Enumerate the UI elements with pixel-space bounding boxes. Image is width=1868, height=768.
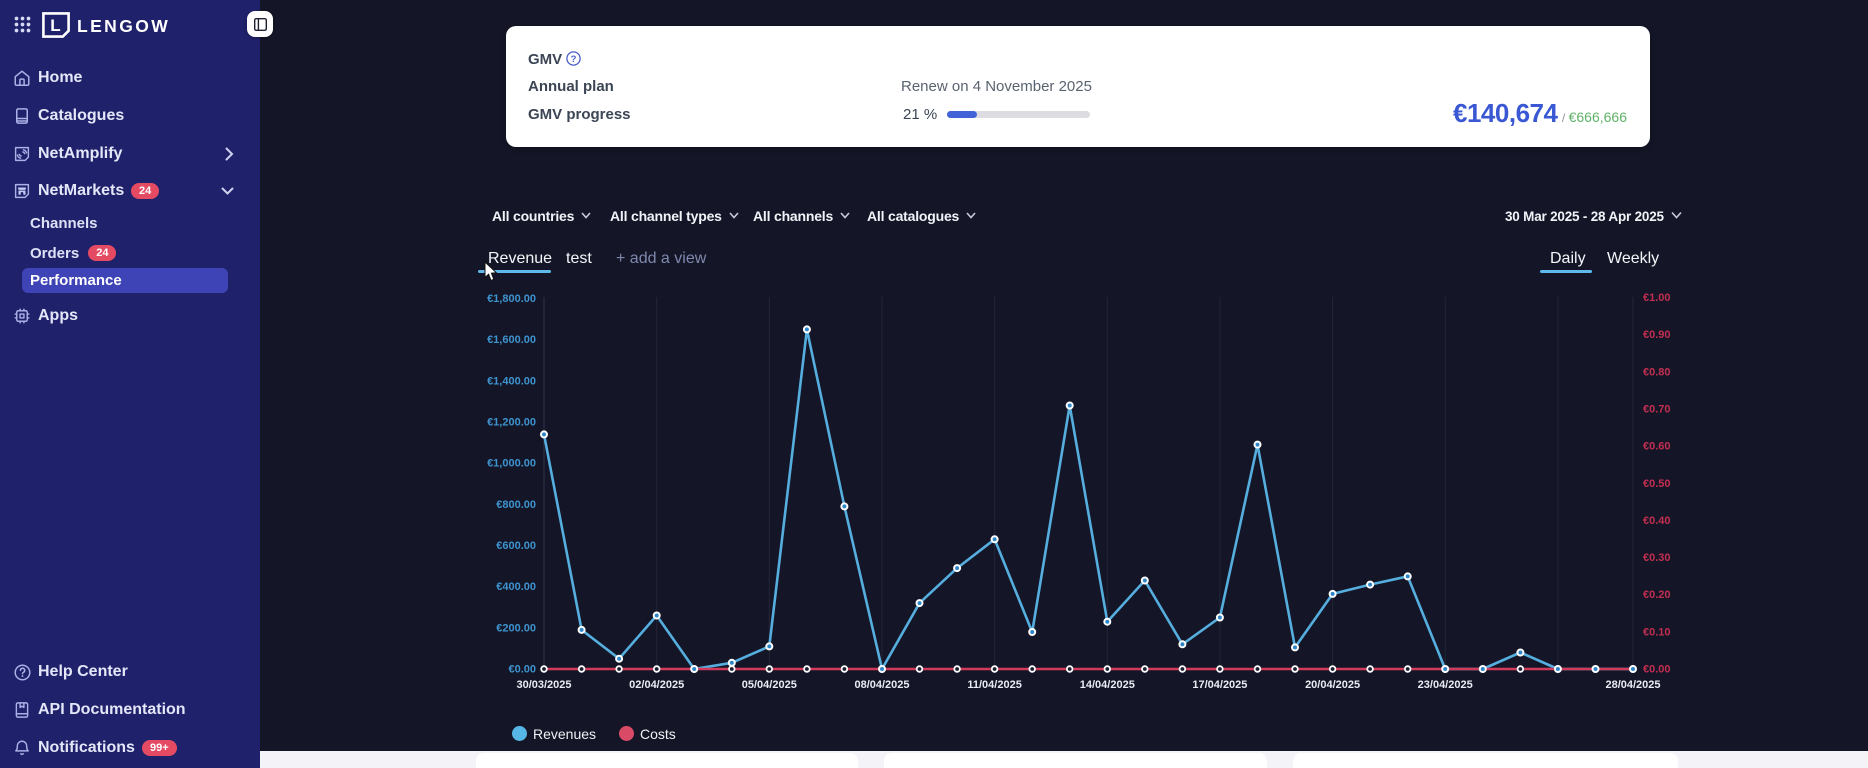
svg-text:02/04/2025: 02/04/2025	[629, 679, 684, 691]
svg-text:14/04/2025: 14/04/2025	[1080, 679, 1135, 691]
svg-text:€1.00: €1.00	[1643, 292, 1671, 304]
svg-text:€800.00: €800.00	[496, 499, 536, 511]
svg-text:€0.20: €0.20	[1643, 589, 1671, 601]
svg-text:€0.80: €0.80	[1643, 366, 1671, 378]
svg-text:€1,400.00: €1,400.00	[487, 375, 536, 387]
svg-text:€0.90: €0.90	[1643, 329, 1671, 341]
svg-text:€1,600.00: €1,600.00	[487, 334, 536, 346]
svg-text:08/04/2025: 08/04/2025	[854, 679, 909, 691]
svg-text:05/04/2025: 05/04/2025	[742, 679, 797, 691]
svg-text:€0.00: €0.00	[508, 664, 536, 676]
svg-text:€400.00: €400.00	[496, 581, 536, 593]
svg-text:€0.30: €0.30	[1643, 552, 1671, 564]
svg-text:20/04/2025: 20/04/2025	[1305, 679, 1360, 691]
svg-text:€200.00: €200.00	[496, 622, 536, 634]
svg-text:€600.00: €600.00	[496, 540, 536, 552]
svg-text:€0.50: €0.50	[1643, 478, 1671, 490]
svg-text:30/03/2025: 30/03/2025	[516, 679, 571, 691]
svg-text:€0.40: €0.40	[1643, 515, 1671, 527]
svg-text:€0.70: €0.70	[1643, 403, 1671, 415]
svg-text:11/04/2025: 11/04/2025	[967, 679, 1021, 691]
svg-text:28/04/2025: 28/04/2025	[1605, 679, 1660, 691]
svg-text:17/04/2025: 17/04/2025	[1192, 679, 1247, 691]
svg-text:€1,200.00: €1,200.00	[487, 417, 536, 429]
svg-text:€0.60: €0.60	[1643, 441, 1671, 453]
svg-text:€1,800.00: €1,800.00	[487, 293, 536, 305]
svg-text:23/04/2025: 23/04/2025	[1418, 679, 1473, 691]
svg-text:€0.10: €0.10	[1643, 626, 1671, 638]
svg-text:€0.00: €0.00	[1643, 664, 1671, 676]
svg-text:€1,000.00: €1,000.00	[487, 458, 536, 470]
